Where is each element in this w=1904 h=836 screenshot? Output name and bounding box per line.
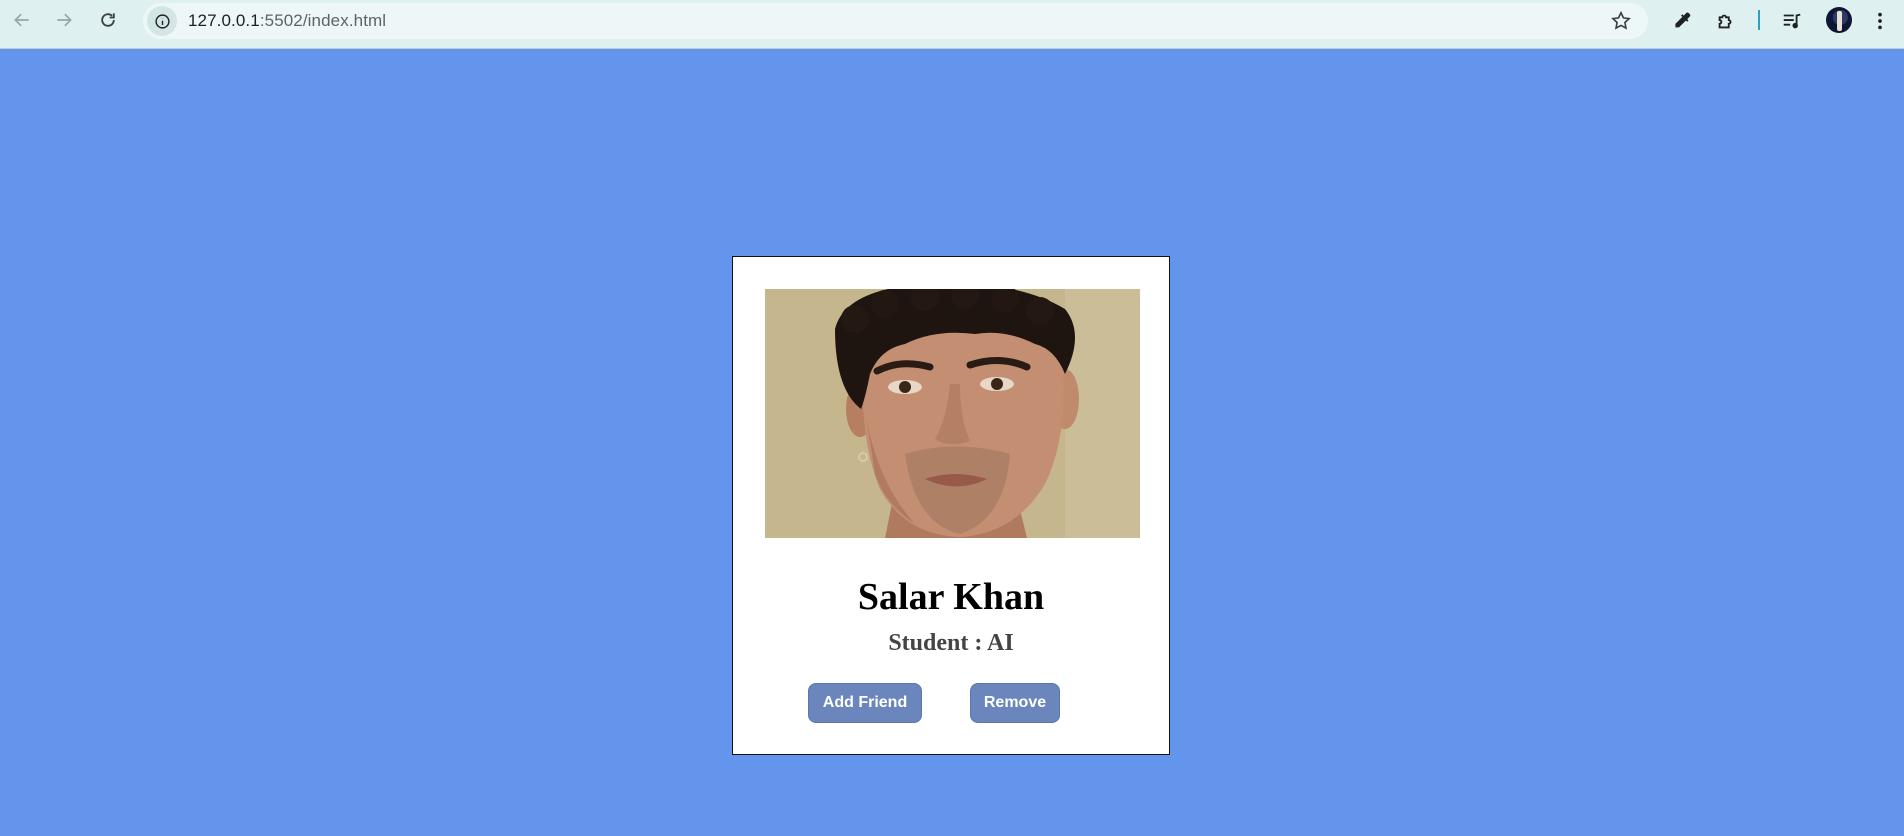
forward-icon: [57, 13, 72, 27]
profile-card: Salar Khan Student : AI Add Friend Remov…: [732, 256, 1170, 755]
reload-button[interactable]: [86, 0, 130, 40]
bookmark-star-icon[interactable]: [1610, 10, 1632, 32]
reload-icon: [101, 13, 115, 27]
profile-photo: [765, 289, 1140, 538]
address-bar[interactable]: 127.0.0.1:5502/index.html: [143, 3, 1648, 39]
extensions-icon[interactable]: [1714, 9, 1738, 33]
toolbar-divider: [1758, 10, 1760, 30]
eyedropper-icon[interactable]: [1670, 9, 1694, 33]
browser-toolbar: 127.0.0.1:5502/index.html: [0, 0, 1904, 49]
profile-name: Salar Khan: [857, 576, 1045, 618]
back-button[interactable]: [0, 0, 44, 40]
menu-icon[interactable]: [1868, 9, 1892, 33]
site-info-button[interactable]: [147, 6, 177, 36]
profile-avatar[interactable]: [1826, 7, 1852, 33]
url-text[interactable]: 127.0.0.1:5502/index.html: [188, 11, 386, 31]
url-path: :5502/index.html: [259, 11, 387, 30]
forward-button[interactable]: [42, 0, 86, 40]
url-host: 127.0.0.1: [188, 11, 260, 30]
profile-role: Student : AI: [888, 630, 1014, 656]
site-info-icon: [154, 13, 170, 29]
back-icon: [14, 13, 29, 27]
remove-button[interactable]: Remove: [970, 683, 1060, 723]
media-queue-icon[interactable]: [1780, 9, 1804, 33]
portrait-illustration: [765, 289, 1140, 538]
add-friend-button[interactable]: Add Friend: [808, 683, 922, 723]
